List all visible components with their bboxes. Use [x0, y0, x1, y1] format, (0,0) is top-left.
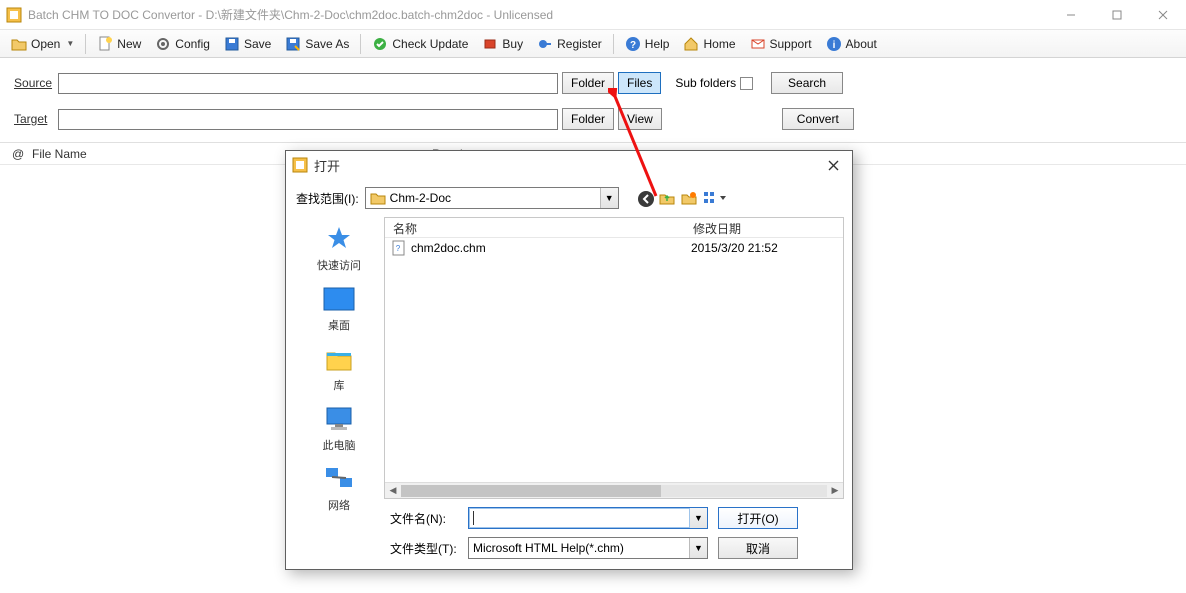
minimize-button[interactable]	[1048, 0, 1094, 30]
filename-label: 文件名(N):	[390, 510, 458, 527]
chevron-down-icon: ▼	[689, 538, 707, 558]
source-input[interactable]	[58, 73, 558, 94]
new-file-icon	[97, 36, 113, 52]
home-icon	[683, 36, 699, 52]
search-button[interactable]: Search	[771, 72, 843, 94]
save-icon	[224, 36, 240, 52]
col-date[interactable]: 修改日期	[685, 218, 825, 237]
library-icon	[323, 343, 355, 375]
new-folder-icon[interactable]	[681, 190, 697, 206]
saveas-icon	[285, 36, 301, 52]
dialog-title: 打开	[314, 156, 340, 175]
chevron-down-icon: ▼	[66, 39, 74, 48]
config-button[interactable]: Config	[148, 32, 217, 56]
places-pc[interactable]: 此电脑	[323, 403, 356, 453]
titlebar: Batch CHM TO DOC Convertor - D:\新建文件夹\Ch…	[0, 0, 1186, 30]
saveas-button[interactable]: Save As	[278, 32, 356, 56]
lookin-label: 查找范围(I):	[296, 190, 359, 207]
about-button[interactable]: iAbout	[819, 32, 884, 56]
check-update-button[interactable]: Check Update	[365, 32, 475, 56]
register-button[interactable]: Register	[530, 32, 609, 56]
maximize-button[interactable]	[1094, 0, 1140, 30]
app-icon	[6, 7, 22, 23]
dialog-icon	[292, 157, 308, 173]
scroll-left-icon[interactable]: ◀	[385, 485, 401, 496]
main-toolbar: Open▼ New Config Save Save As Check Upda…	[0, 30, 1186, 58]
chm-file-icon: ?	[391, 240, 407, 256]
up-folder-icon[interactable]	[659, 190, 675, 206]
home-button[interactable]: Home	[676, 32, 742, 56]
file-list[interactable]: ? chm2doc.chm 2015/3/20 21:52	[385, 238, 843, 482]
svg-text:i: i	[832, 40, 835, 51]
dialog-close-button[interactable]	[820, 154, 846, 176]
target-label: Target	[14, 112, 54, 126]
support-icon	[750, 36, 766, 52]
support-button[interactable]: Support	[743, 32, 819, 56]
target-folder-button[interactable]: Folder	[562, 108, 614, 130]
help-icon: ?	[625, 36, 641, 52]
cart-icon	[482, 36, 498, 52]
path-panel: Source Folder Files Sub folders Search T…	[0, 58, 1186, 143]
scroll-thumb[interactable]	[401, 485, 661, 497]
key-icon	[537, 36, 553, 52]
window-title: Batch CHM TO DOC Convertor - D:\新建文件夹\Ch…	[28, 6, 553, 23]
places-lib[interactable]: 库	[323, 343, 355, 393]
buy-button[interactable]: Buy	[475, 32, 530, 56]
file-name: chm2doc.chm	[411, 241, 687, 255]
filetype-value: Microsoft HTML Help(*.chm)	[473, 541, 624, 555]
lookin-value: Chm-2-Doc	[390, 191, 451, 205]
dialog-cancel-button[interactable]: 取消	[718, 537, 798, 559]
desktop-icon	[323, 283, 355, 315]
source-label: Source	[14, 76, 54, 90]
help-button[interactable]: ?Help	[618, 32, 677, 56]
filetype-combo[interactable]: Microsoft HTML Help(*.chm) ▼	[468, 537, 708, 559]
folder-icon	[370, 190, 386, 206]
filename-value	[473, 511, 475, 525]
source-folder-button[interactable]: Folder	[562, 72, 614, 94]
places-bar: 快速访问 桌面 库 此电脑 网络	[294, 217, 384, 499]
svg-text:?: ?	[630, 40, 636, 51]
sub-folders-checkbox[interactable]	[740, 77, 753, 90]
h-scrollbar[interactable]: ◀ ▶	[385, 482, 843, 498]
source-files-button[interactable]: Files	[618, 72, 661, 94]
file-list-pane: 名称 修改日期 ? chm2doc.chm 2015/3/20 21:52 ◀ …	[384, 217, 844, 499]
lookin-combo[interactable]: Chm-2-Doc ▼	[365, 187, 619, 209]
pc-icon	[323, 403, 355, 435]
svg-text:?: ?	[396, 244, 401, 253]
save-button[interactable]: Save	[217, 32, 278, 56]
col-at: @	[12, 147, 32, 161]
info-icon: i	[826, 36, 842, 52]
folder-open-icon	[11, 36, 27, 52]
back-icon[interactable]	[637, 190, 653, 206]
open-button[interactable]: Open▼	[4, 32, 81, 56]
new-button[interactable]: New	[90, 32, 148, 56]
filetype-label: 文件类型(T):	[390, 540, 458, 557]
chevron-down-icon: ▼	[689, 508, 707, 528]
file-date: 2015/3/20 21:52	[691, 241, 831, 255]
view-menu-icon[interactable]	[703, 190, 729, 206]
col-name[interactable]: 名称	[385, 218, 685, 237]
dialog-open-button[interactable]: 打开(O)	[718, 507, 798, 529]
target-input[interactable]	[58, 109, 558, 130]
target-view-button[interactable]: View	[618, 108, 662, 130]
network-icon	[323, 463, 355, 495]
scroll-right-icon[interactable]: ▶	[827, 485, 843, 496]
update-icon	[372, 36, 388, 52]
places-quick[interactable]: 快速访问	[317, 223, 361, 273]
close-button[interactable]	[1140, 0, 1186, 30]
places-desktop[interactable]: 桌面	[323, 283, 355, 333]
filename-combo[interactable]: ▼	[468, 507, 708, 529]
convert-button[interactable]: Convert	[782, 108, 854, 130]
list-item[interactable]: ? chm2doc.chm 2015/3/20 21:52	[385, 238, 843, 258]
gear-icon	[155, 36, 171, 52]
sub-folders-label: Sub folders	[675, 76, 736, 90]
chevron-down-icon: ▼	[600, 188, 618, 208]
dialog-titlebar: 打开	[286, 151, 852, 179]
open-dialog: 打开 查找范围(I): Chm-2-Doc ▼ 快速访问 桌面 库 此电脑 网络	[285, 150, 853, 570]
star-icon	[323, 223, 355, 255]
